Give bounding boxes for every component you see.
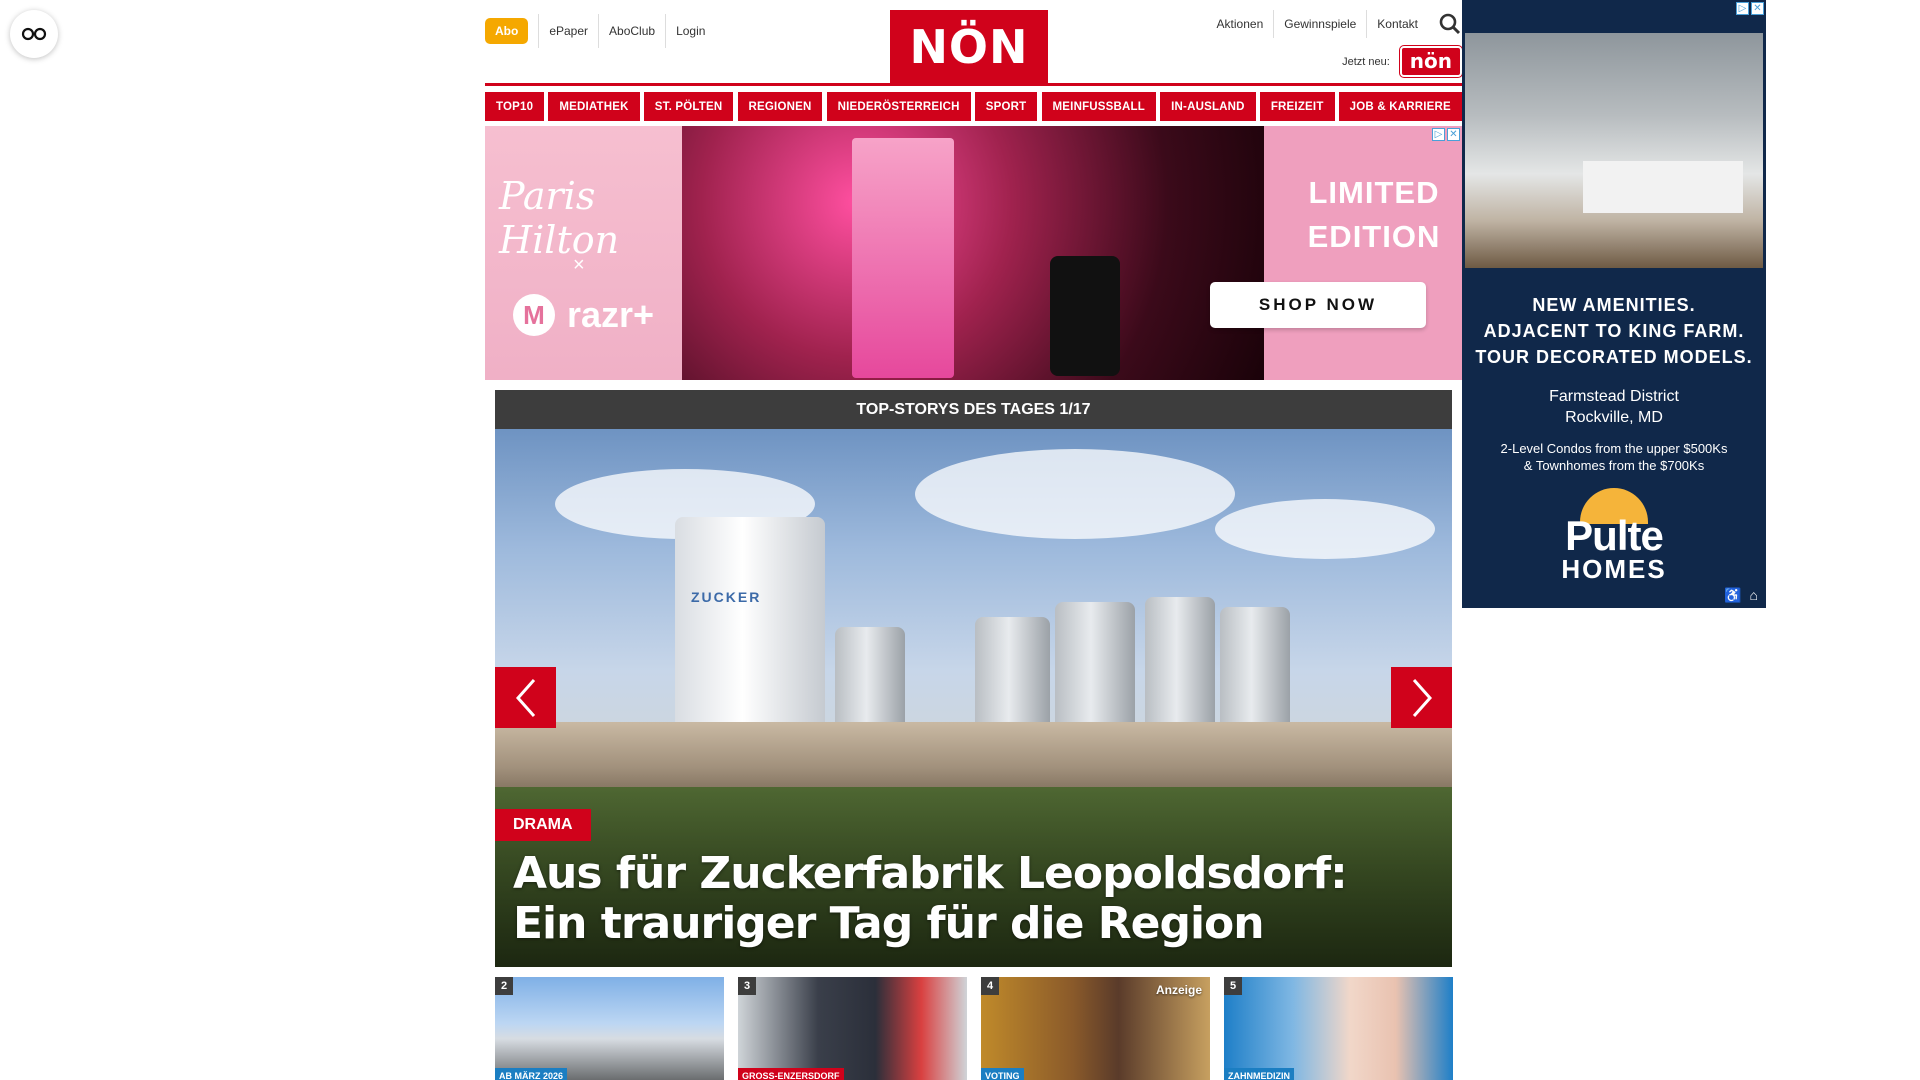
gewinnspiele-link[interactable]: Gewinnspiele: [1273, 10, 1366, 38]
story-kicker[interactable]: DRAMA: [495, 809, 591, 841]
ad-info-icon[interactable]: ▷: [1736, 2, 1749, 15]
headline-line: NEW AMENITIES.: [1532, 295, 1696, 315]
story-thumb-2[interactable]: 2 AB MÄRZ 2026: [495, 977, 724, 1080]
razr-text: razr+: [567, 294, 655, 335]
ad-choices[interactable]: ▷ ✕: [1736, 2, 1764, 15]
story-thumb-4[interactable]: 4 Anzeige VOTING: [981, 977, 1210, 1080]
headline-line: ADJACENT TO KING FARM.: [1483, 321, 1745, 341]
reader-mode-button[interactable]: [10, 10, 58, 58]
category-nav: TOP10 MEDIATHEK ST. PÖLTEN REGIONEN NIED…: [485, 92, 1462, 121]
app-promo: Jetzt neu: nön: [1342, 46, 1462, 77]
epaper-link[interactable]: ePaper: [538, 14, 598, 48]
banner-times: ×: [573, 254, 585, 276]
cloud: [915, 449, 1235, 539]
story-thumb-5[interactable]: 5 ZAHNMEDIZIN: [1224, 977, 1453, 1080]
kitchen-photo: [1465, 33, 1763, 268]
nav-item-meinfussball[interactable]: MEINFUSSBALL: [1041, 92, 1157, 121]
product-box: [852, 138, 954, 378]
sidebar-ad-headline: NEW AMENITIES. ADJACENT TO KING FARM. TO…: [1462, 292, 1766, 370]
chevron-left-icon: [515, 678, 535, 717]
sidebar-ad-icons: ♿ ⌂: [1724, 587, 1758, 604]
kitchen-island: [1583, 161, 1743, 213]
offer-line: & Townhomes from the $700Ks: [1523, 458, 1705, 473]
ad-label: Anzeige: [1155, 983, 1202, 997]
top-stories-header: TOP-STORYS DES TAGES 1/17: [495, 390, 1452, 429]
nav-item-sport[interactable]: SPORT: [974, 92, 1038, 121]
brand-line2: HOMES: [1561, 554, 1667, 584]
banner-brand-panel: Paris Hilton × M razr+: [485, 126, 682, 380]
jetzt-neu-label: Jetzt neu:: [1342, 55, 1390, 68]
login-link[interactable]: Login: [665, 14, 715, 48]
motorola-icon: M: [513, 294, 555, 336]
ad-close-icon[interactable]: ✕: [1447, 128, 1460, 141]
chevron-right-icon: [1412, 678, 1432, 717]
product-phone: [1050, 256, 1120, 376]
thumb-tag: AB MÄRZ 2026: [495, 1068, 568, 1080]
sidebar-ad-copy: NEW AMENITIES. ADJACENT TO KING FARM. TO…: [1462, 292, 1766, 474]
thumb-number: 4: [981, 977, 999, 995]
search-icon[interactable]: [1438, 12, 1462, 36]
slider-next-button[interactable]: [1391, 667, 1452, 728]
thumb-tag: ZAHNMEDIZIN: [1224, 1068, 1294, 1080]
accessibility-icon: ♿: [1724, 587, 1742, 603]
nav-item-freizeit[interactable]: FREIZEIT: [1259, 92, 1335, 121]
nav-item-st-poelten[interactable]: ST. PÖLTEN: [643, 92, 734, 121]
nav-item-mediathek[interactable]: MEDIATHEK: [548, 92, 640, 121]
headline-line: TOUR DECORATED MODELS.: [1475, 347, 1753, 367]
top-left-nav: Abo ePaper AboClub Login: [485, 14, 715, 48]
shop-now-button[interactable]: SHOP NOW: [1210, 282, 1426, 328]
paris-hilton-logo: Paris Hilton: [499, 174, 620, 262]
site-header: Abo ePaper AboClub Login NÖN Aktionen Ge…: [485, 0, 1462, 92]
city-name: Rockville, MD: [1565, 409, 1663, 426]
hero-story[interactable]: ZUCKER DRAMA Aus für Zuckerfabrik Leopol…: [495, 429, 1452, 967]
nav-item-in-ausland[interactable]: IN-AUSLAND: [1160, 92, 1256, 121]
ad-choices[interactable]: ▷ ✕: [1432, 128, 1460, 141]
razr-logo: M razr+: [513, 294, 654, 336]
sidebar-ad-offer: 2-Level Condos from the upper $500Ks & T…: [1462, 440, 1766, 474]
story-thumbnails: 2 AB MÄRZ 2026 3 GROSS-ENZERSDORF 4 Anze…: [495, 977, 1453, 1080]
offer-line: 2-Level Condos from the upper $500Ks: [1500, 441, 1728, 456]
district-name: Farmstead District: [1549, 388, 1679, 405]
abo-button[interactable]: Abo: [485, 18, 529, 44]
thumb-number: 2: [495, 977, 513, 995]
banner-headline-line1: LIMITED: [1308, 175, 1440, 210]
aktionen-link[interactable]: Aktionen: [1207, 10, 1274, 38]
sidebar-ad[interactable]: ▷ ✕ NEW AMENITIES. ADJACENT TO KING FARM…: [1462, 0, 1766, 608]
nav-item-top10[interactable]: TOP10: [485, 92, 545, 121]
equal-housing-icon: ⌂: [1749, 587, 1758, 603]
glasses-icon: [21, 27, 47, 41]
banner-product-photo: [682, 126, 1264, 380]
banner-headline-line2: EDITION: [1307, 219, 1441, 254]
silo-lettering: ZUCKER: [691, 589, 762, 605]
thumb-number: 5: [1224, 977, 1242, 995]
brand-line1: Pulte: [1565, 512, 1664, 559]
kontakt-link[interactable]: Kontakt: [1366, 10, 1428, 38]
ad-info-icon[interactable]: ▷: [1432, 128, 1445, 141]
nav-item-regionen[interactable]: REGIONEN: [737, 92, 823, 121]
thumb-number: 3: [738, 977, 756, 995]
story-thumb-3[interactable]: 3 GROSS-ENZERSDORF: [738, 977, 967, 1080]
aboclub-link[interactable]: AboClub: [598, 14, 665, 48]
header-divider: [485, 83, 1462, 86]
thumb-tag: VOTING: [981, 1068, 1024, 1080]
thumb-tag: GROSS-ENZERSDORF: [738, 1068, 844, 1080]
cloud: [1215, 499, 1435, 559]
story-headline[interactable]: Aus für Zuckerfabrik Leopoldsdorf: Ein t…: [513, 849, 1413, 949]
banner-cta-panel: LIMITED EDITION SHOP NOW: [1210, 126, 1462, 380]
banner-ad[interactable]: Paris Hilton × M razr+ LIMITED EDITION S…: [485, 126, 1462, 380]
ad-close-icon[interactable]: ✕: [1751, 2, 1764, 15]
nav-item-niederoesterreich[interactable]: NIEDERÖSTERREICH: [826, 92, 971, 121]
sidebar-ad-location: Farmstead District Rockville, MD: [1462, 386, 1766, 428]
site-logo[interactable]: NÖN: [890, 10, 1048, 83]
pulte-homes-logo: Pulte HOMES: [1462, 488, 1766, 582]
top-right-nav: Aktionen Gewinnspiele Kontakt: [1207, 10, 1462, 38]
banner-headline: LIMITED EDITION: [1299, 171, 1449, 259]
nav-item-job-karriere[interactable]: JOB & KARRIERE: [1338, 92, 1462, 121]
app-badge[interactable]: nön: [1399, 46, 1462, 77]
slider-prev-button[interactable]: [495, 667, 556, 728]
